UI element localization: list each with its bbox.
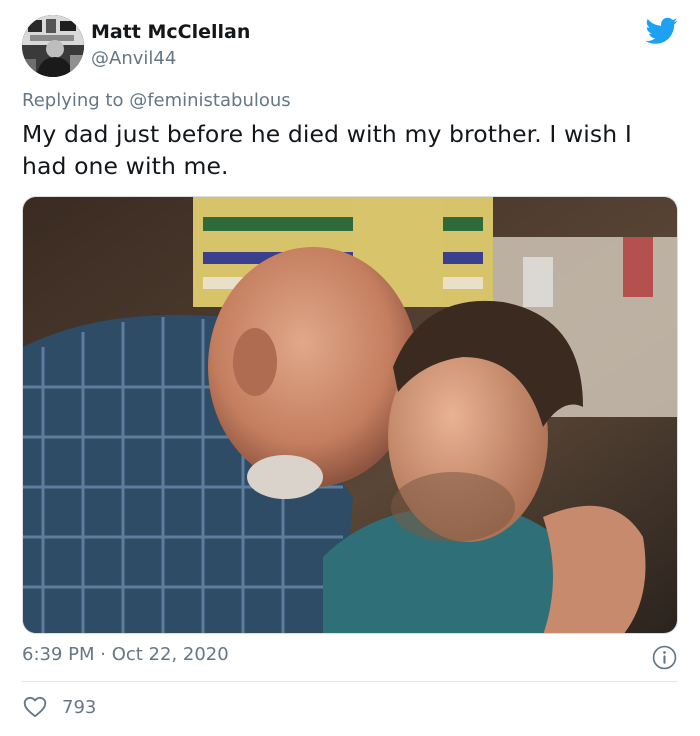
like-count: 793	[62, 696, 97, 718]
tweet-time[interactable]: 6:39 PM	[22, 644, 95, 665]
tweet-photo[interactable]	[22, 196, 678, 634]
author-display-name[interactable]: Matt McClellan	[91, 21, 250, 43]
divider	[22, 681, 678, 682]
avatar-image	[22, 15, 84, 77]
like-button[interactable]: 793	[22, 694, 96, 720]
tweet-card: Matt McClellan @Anvil44 Replying to @fem…	[0, 0, 700, 736]
replying-to-line: Replying to @feministabulous	[22, 90, 291, 111]
author-avatar[interactable]	[22, 15, 84, 77]
twitter-bird-icon[interactable]	[646, 17, 678, 45]
heart-icon	[23, 696, 47, 718]
meta-separator: ·	[94, 644, 112, 665]
info-icon[interactable]	[652, 645, 677, 670]
tweet-text: My dad just before he died with my broth…	[22, 120, 632, 180]
tweet-date[interactable]: Oct 22, 2020	[112, 644, 229, 665]
tweet-timestamp: 6:39 PM · Oct 22, 2020	[22, 644, 229, 665]
replying-prefix: Replying to	[22, 90, 130, 111]
reply-mention-link[interactable]: @feministabulous	[129, 90, 290, 111]
photo-image	[23, 197, 677, 633]
author-handle[interactable]: @Anvil44	[91, 48, 176, 69]
